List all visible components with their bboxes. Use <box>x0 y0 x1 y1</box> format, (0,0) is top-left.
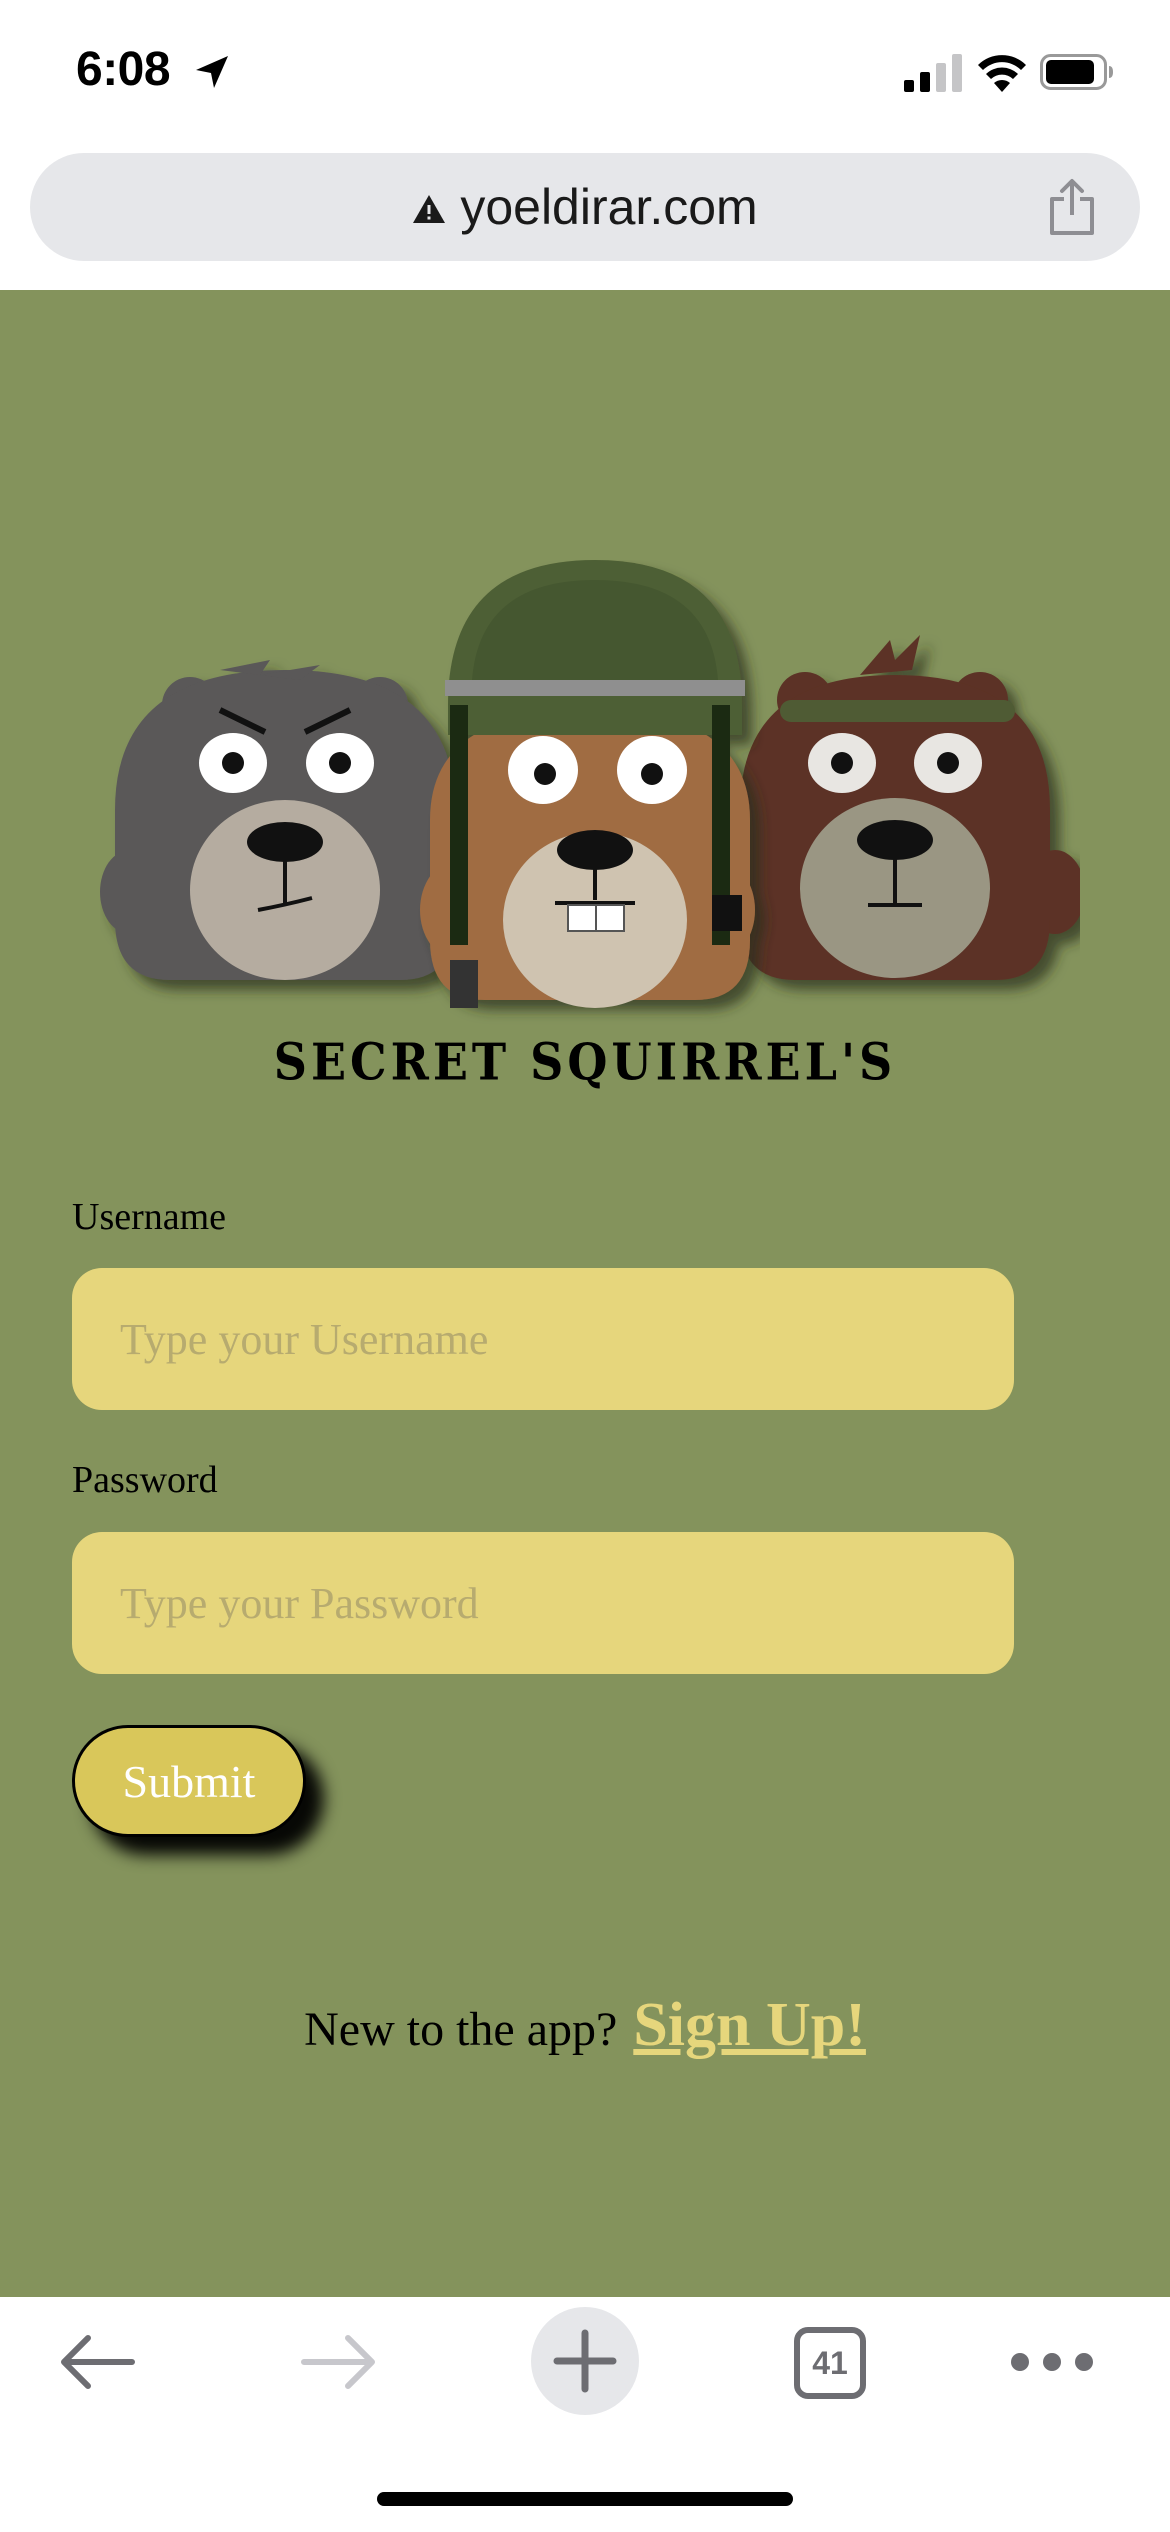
password-input[interactable] <box>72 1532 1014 1674</box>
home-indicator <box>377 2492 793 2506</box>
squirrels-logo-image <box>100 560 1080 1008</box>
username-label: Username <box>72 1196 227 1238</box>
signup-row: New to the app? Sign Up! <box>0 1990 1170 2061</box>
warning-icon <box>413 195 446 223</box>
share-icon[interactable] <box>1046 177 1098 237</box>
password-label: Password <box>72 1459 218 1501</box>
url-text[interactable]: yoeldirar.com <box>460 178 757 236</box>
brand-title: SECRET SQUIRREL'S <box>273 1032 897 1092</box>
new-tab-button[interactable] <box>531 2307 639 2415</box>
login-page: SECRET SQUIRREL'S Username Password Subm… <box>0 290 1170 2297</box>
battery-icon <box>1040 54 1113 90</box>
back-arrow-icon[interactable] <box>58 2332 136 2392</box>
tabs-icon[interactable]: 41 <box>794 2327 866 2399</box>
address-bar[interactable]: yoeldirar.com <box>30 153 1140 261</box>
location-arrow-icon <box>196 56 228 88</box>
signal-icon <box>904 54 962 92</box>
wifi-icon <box>978 55 1026 92</box>
status-time: 6:08 <box>76 43 171 96</box>
forward-arrow-icon[interactable] <box>300 2332 378 2392</box>
username-input[interactable] <box>72 1268 1014 1410</box>
signup-prompt: New to the app? <box>304 2003 618 2056</box>
status-bar: 6:08 <box>0 0 1170 148</box>
submit-button[interactable]: Submit <box>72 1725 306 1837</box>
new-tab-plus-icon <box>553 2329 617 2393</box>
signup-link[interactable]: Sign Up! <box>633 1991 866 2059</box>
more-icon[interactable] <box>1010 2347 1094 2377</box>
address-bar-content[interactable]: yoeldirar.com <box>30 153 1140 261</box>
